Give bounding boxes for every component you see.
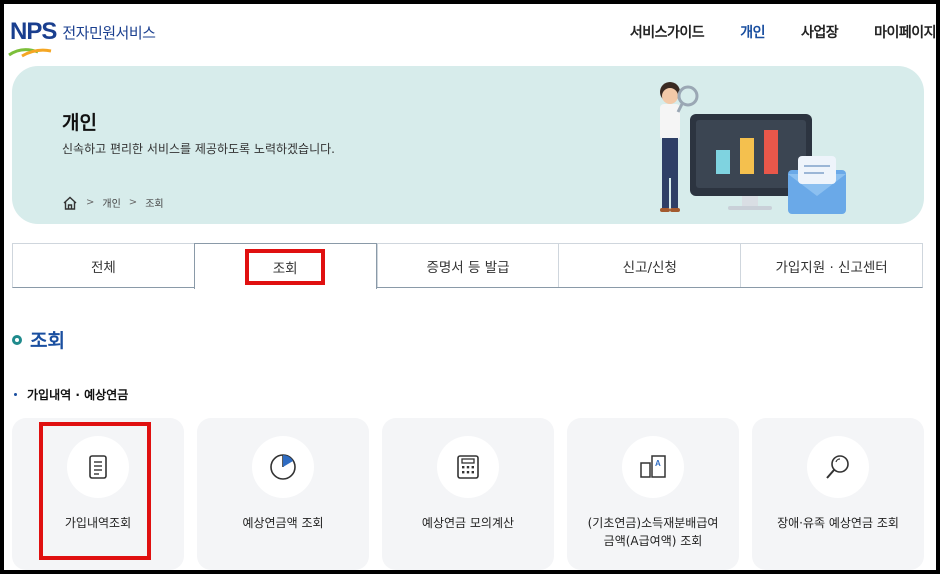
nav-item-business[interactable]: 사업장	[801, 22, 839, 42]
breadcrumb: > 개인 > 조회	[62, 195, 164, 210]
breadcrumb-item-inquiry[interactable]: 조회	[145, 195, 163, 210]
nav-item-mypage[interactable]: 마이페이지	[874, 22, 936, 42]
tab-inquiry[interactable]: 조회	[193, 243, 377, 289]
section-title: 조회	[12, 326, 65, 353]
tab-label: 증명서 등 발급	[426, 259, 510, 276]
site-header: NPS 전자민원서비스 서비스가이드 개인 사업장 마이페이지	[4, 4, 936, 62]
tab-certificate[interactable]: 증명서 등 발급	[376, 244, 559, 287]
main-nav: 서비스가이드 개인 사업장 마이페이지	[594, 22, 936, 42]
logo-text: 전자민원서비스	[62, 23, 156, 42]
icon-circle	[807, 436, 869, 498]
page-frame: NPS 전자민원서비스 서비스가이드 개인 사업장 마이페이지 개인 신속하고 …	[4, 4, 936, 570]
icon-circle	[252, 436, 314, 498]
magnifier-icon	[826, 455, 849, 479]
card-enrollment-history[interactable]: 가입내역조회	[12, 418, 184, 570]
card-label: 장애·유족 예상연금 조회	[777, 516, 899, 530]
page-description: 신속하고 편리한 서비스를 제공하도록 노력하겠습니다.	[62, 142, 335, 156]
card-redistribution-benefit[interactable]: A (기초연금)소득재분배급여 금액(A급여액) 조회	[567, 418, 739, 570]
card-disability-survivor-pension[interactable]: 장애·유족 예상연금 조회	[752, 418, 924, 570]
highlight-box	[39, 422, 151, 560]
page-title: 개인	[62, 112, 97, 134]
subsection-title: 가입내역 · 예상연금	[14, 386, 128, 403]
card-label: 예상연금 모의계산	[421, 516, 515, 530]
calculator-icon	[457, 455, 479, 479]
service-cards: 가입내역조회 예상연금액 조회 예상연금 모의계산 A (기초연금)소득재분배급…	[12, 418, 924, 570]
tab-support-center[interactable]: 가입지원 · 신고센터	[740, 244, 922, 287]
banner-illustration	[660, 82, 846, 214]
highlight-box	[245, 248, 326, 285]
nav-item-personal[interactable]: 개인	[740, 22, 765, 42]
tab-all[interactable]: 전체	[13, 244, 194, 287]
tab-label: 가입지원 · 신고센터	[775, 259, 888, 276]
tab-label: 전체	[90, 259, 116, 276]
bullet-circle-icon	[12, 334, 22, 345]
home-icon[interactable]	[62, 196, 78, 210]
card-pension-simulation[interactable]: 예상연금 모의계산	[382, 418, 554, 570]
card-label-line: (기초연금)소득재분배급여	[587, 516, 719, 530]
subsection-title-text: 가입내역 · 예상연금	[27, 388, 129, 402]
breadcrumb-item-personal[interactable]: 개인	[102, 195, 120, 210]
card-label: (기초연금)소득재분배급여 금액(A급여액) 조회	[567, 514, 739, 550]
nav-item-service-guide[interactable]: 서비스가이드	[630, 22, 705, 42]
logo-mark: NPS	[10, 18, 57, 45]
pie-chart-icon	[270, 454, 296, 480]
breadcrumb-separator: >	[128, 197, 138, 208]
site-logo[interactable]: NPS 전자민원서비스	[8, 18, 156, 58]
card-label: 예상연금액 조회	[242, 516, 324, 530]
card-expected-pension[interactable]: 예상연금액 조회	[197, 418, 369, 570]
icon-circle: A	[622, 436, 684, 498]
svg-text:A: A	[655, 459, 661, 468]
icon-circle	[437, 436, 499, 498]
logo-swoosh-icon	[8, 48, 52, 58]
tab-label: 신고/신청	[622, 259, 677, 276]
tab-report-apply[interactable]: 신고/신청	[558, 244, 741, 287]
breadcrumb-separator: >	[86, 197, 95, 208]
bullet-dot-icon	[14, 393, 17, 396]
hero-banner: 개인 신속하고 편리한 서비스를 제공하도록 노력하겠습니다. > 개인 > 조…	[12, 66, 924, 224]
card-label-line: 금액(A급여액) 조회	[603, 534, 703, 548]
section-title-text: 조회	[30, 330, 65, 352]
doc-a-icon: A	[640, 455, 666, 478]
category-tabs: 전체 조회 증명서 등 발급 신고/신청 가입지원 · 신고센터	[12, 243, 923, 289]
